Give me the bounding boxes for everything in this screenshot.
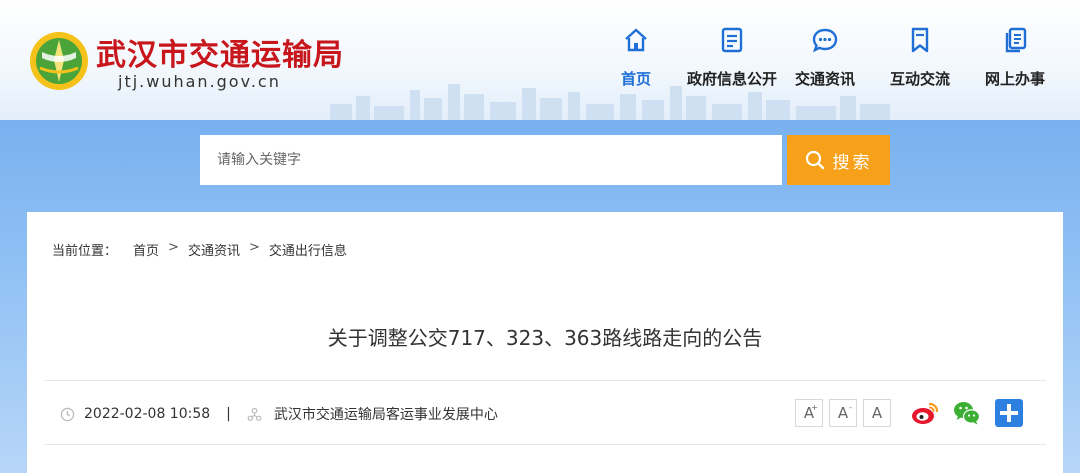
- nav-item-label: 交通资讯: [794, 70, 855, 88]
- breadcrumb-item-home[interactable]: 首页: [133, 240, 159, 259]
- font-default-letter: A: [837, 404, 849, 422]
- search-button[interactable]: 搜索: [787, 135, 890, 185]
- clock-icon: [60, 407, 75, 421]
- site-name[interactable]: 武汉市交通运输局: [96, 30, 344, 74]
- nav-item-label: 政府信息公开: [686, 70, 777, 88]
- breadcrumb: 当前位置： 首页 > 交通资讯 > 交通出行信息: [52, 240, 347, 259]
- nav-item-label: 网上办事: [984, 70, 1045, 88]
- breadcrumb-prefix: 当前位置：: [52, 244, 118, 259]
- search-input[interactable]: [200, 135, 782, 185]
- document-icon: [721, 27, 743, 53]
- divider: [44, 380, 1046, 381]
- nav-item-home[interactable]: 首页: [614, 26, 658, 89]
- bookmark-icon: [911, 27, 929, 53]
- files-icon: [1005, 27, 1027, 53]
- breadcrumb-item-travel-info[interactable]: 交通出行信息: [269, 240, 347, 259]
- breadcrumb-item-news[interactable]: 交通资讯: [188, 240, 240, 259]
- article-title: 关于调整公交717、323、363路线路走向的公告: [327, 326, 763, 350]
- font-default-button[interactable]: A-: [829, 399, 857, 427]
- wechat-icon[interactable]: [952, 398, 982, 428]
- article-source: 武汉市交通运输局客运事业发展中心: [273, 407, 498, 423]
- font-decrease-letter: A: [871, 404, 883, 422]
- publish-datetime: 2022-02-08 10:58: [84, 406, 211, 422]
- nav-item-online-services[interactable]: 网上办事: [982, 26, 1048, 89]
- breadcrumb-separator: >: [168, 240, 179, 255]
- meta-separator: |: [226, 406, 231, 422]
- nav-item-news[interactable]: 交通资讯: [792, 26, 858, 89]
- weibo-icon[interactable]: [910, 398, 940, 428]
- search-icon: [805, 150, 824, 170]
- nav-item-interaction[interactable]: 互动交流: [887, 26, 953, 89]
- chat-icon: [812, 28, 838, 53]
- site-header: 武汉市交通运输局 jtj.wuhan.gov.cn 首页 政府信息公开 交通资讯…: [0, 0, 1080, 120]
- font-increase-mark: +: [811, 403, 818, 412]
- search-button-label: 搜索: [832, 152, 873, 173]
- home-icon: [625, 28, 647, 52]
- nav-item-gov-info[interactable]: 政府信息公开: [684, 26, 780, 89]
- logo-emblem-icon: [30, 32, 88, 90]
- article-card: 当前位置： 首页 > 交通资讯 > 交通出行信息 关于调整公交717、323、3…: [27, 212, 1063, 473]
- font-decrease-button[interactable]: A: [863, 399, 891, 427]
- breadcrumb-separator: >: [248, 240, 260, 255]
- article-meta: 2022-02-08 10:58 | 武汉市交通运输局客运事业发展中心: [60, 404, 498, 424]
- site-domain: jtj.wuhan.gov.cn: [118, 72, 281, 91]
- organization-icon: [247, 407, 262, 421]
- nav-item-label: 互动交流: [889, 70, 950, 88]
- divider: [44, 444, 1046, 445]
- font-size-controls: A + A- A: [795, 399, 891, 427]
- nav-item-label: 首页: [620, 70, 651, 88]
- plus-share-icon[interactable]: [994, 398, 1024, 428]
- font-default-mark: -: [849, 403, 852, 412]
- font-increase-button[interactable]: A +: [795, 399, 823, 427]
